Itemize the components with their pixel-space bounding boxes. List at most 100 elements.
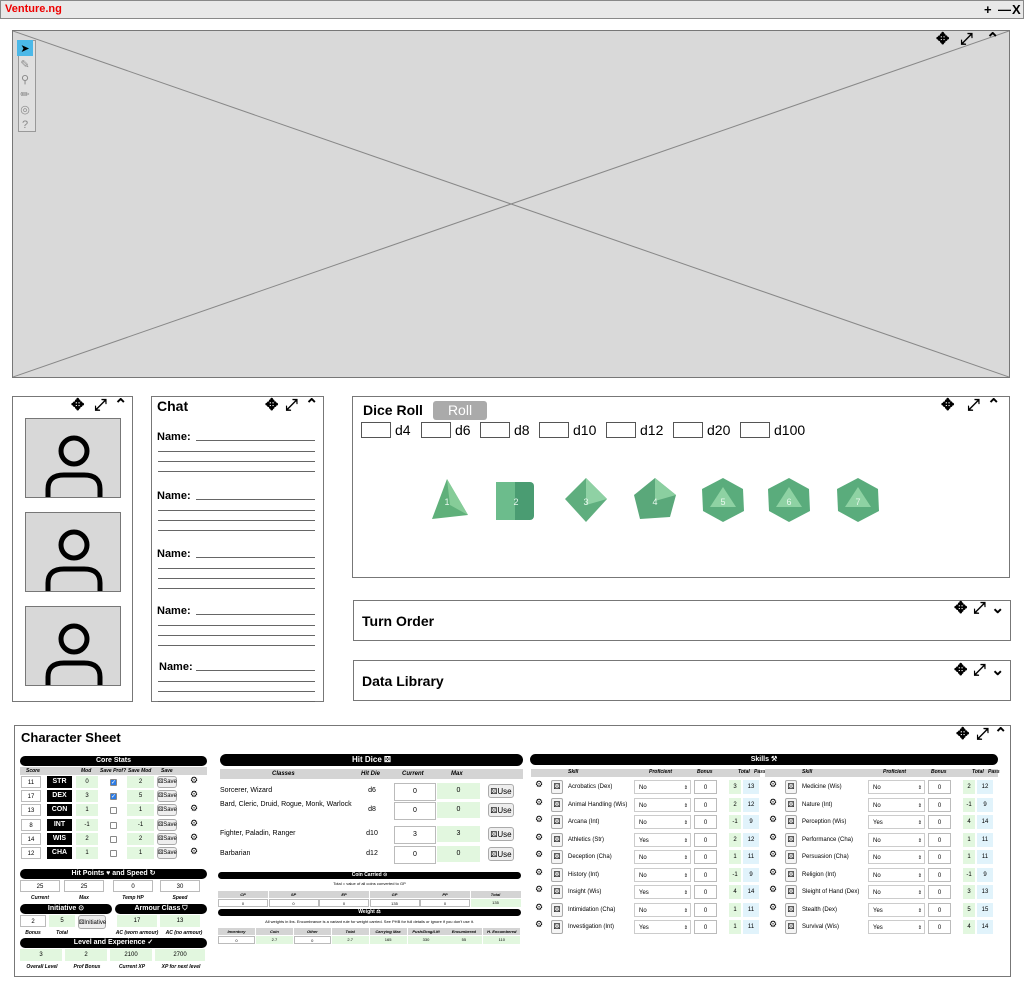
skill-bonus[interactable]: 0 — [928, 850, 951, 864]
skill-bonus[interactable]: 0 — [928, 867, 951, 882]
close-button[interactable]: X — [1012, 2, 1021, 17]
stat-score[interactable]: 12 — [21, 847, 41, 859]
arrow-icon[interactable]: ➤ — [17, 40, 33, 56]
skill-proficient-select[interactable]: No ⇕ — [634, 815, 691, 829]
skill-proficient-select[interactable]: Yes ⇕ — [868, 902, 925, 917]
dice-icon[interactable]: ⚄ — [551, 902, 563, 917]
gear-icon[interactable]: ⚙ — [769, 779, 777, 790]
skill-bonus[interactable]: 0 — [928, 920, 951, 934]
skill-proficient-select[interactable]: No ⇕ — [868, 867, 925, 882]
skill-proficient-select[interactable]: No ⇕ — [868, 885, 925, 899]
expand-icon[interactable]: ⤢ — [973, 601, 986, 617]
dice-icon[interactable]: ⚄ — [785, 832, 797, 847]
stat-score[interactable]: 11 — [21, 776, 41, 788]
gear-icon[interactable]: ⚙ — [190, 775, 198, 786]
stat-score[interactable]: 17 — [21, 790, 41, 803]
pencil-icon[interactable]: ✏ — [17, 86, 33, 102]
maximize-button[interactable]: + — [984, 2, 992, 17]
turn-order-panel[interactable] — [353, 600, 1011, 641]
data-library-panel[interactable] — [353, 660, 1011, 701]
skill-proficient-select[interactable]: No ⇕ — [868, 780, 925, 794]
save-button[interactable]: ⚄Save — [157, 847, 177, 859]
dice-icon[interactable]: ⚄ — [551, 867, 563, 882]
skill-proficient-select[interactable]: Yes ⇕ — [868, 920, 925, 934]
dice-icon[interactable]: ⚄ — [785, 920, 797, 934]
die-d4-icon[interactable]: 1 — [422, 475, 472, 525]
die-d10-icon[interactable]: 4 — [630, 475, 680, 525]
skill-proficient-select[interactable]: Yes ⇕ — [634, 885, 691, 899]
hit-dice-current[interactable]: 0 — [394, 802, 436, 820]
skill-proficient-select[interactable]: No ⇕ — [868, 797, 925, 812]
move-icon[interactable]: ✥ — [954, 663, 967, 679]
save-button[interactable]: ⚄Save — [157, 832, 177, 845]
gear-icon[interactable]: ⚙ — [190, 789, 198, 800]
gear-icon[interactable]: ⚙ — [535, 797, 543, 808]
die-d12-icon[interactable]: 5 — [698, 475, 748, 525]
skill-bonus[interactable]: 0 — [928, 832, 951, 847]
die-d20-icon[interactable]: 6 — [764, 475, 814, 525]
initiative-bonus[interactable]: 2 — [20, 915, 46, 927]
collapse-icon[interactable]: ⌃ — [987, 398, 1000, 414]
save-proficient-checkbox[interactable]: ✓ — [110, 793, 117, 801]
skill-bonus[interactable]: 0 — [928, 815, 951, 829]
collapse-icon[interactable]: ⌃ — [986, 32, 999, 48]
weight-value[interactable]: 0 — [293, 936, 331, 944]
dice-icon[interactable]: ⚄ — [785, 850, 797, 864]
skill-proficient-select[interactable]: Yes ⇕ — [634, 920, 691, 934]
save-button[interactable]: ⚄Save — [157, 818, 177, 831]
hp-value[interactable]: 25 — [64, 880, 104, 892]
hit-dice-current[interactable]: 0 — [394, 846, 436, 864]
avatar[interactable] — [25, 418, 121, 498]
coin-value[interactable]: 0 — [218, 899, 268, 907]
skill-bonus[interactable]: 0 — [694, 832, 717, 847]
skill-bonus[interactable]: 0 — [694, 815, 717, 829]
save-proficient-checkbox[interactable]: ✓ — [110, 779, 117, 786]
coin-value[interactable]: 135 — [369, 899, 420, 907]
expand-chevron-icon[interactable]: ⌄ — [991, 601, 1004, 617]
move-icon[interactable]: ✥ — [954, 601, 967, 617]
gear-icon[interactable]: ⚙ — [535, 779, 543, 790]
gear-icon[interactable]: ⚙ — [535, 884, 543, 895]
skill-bonus[interactable]: 0 — [694, 867, 717, 882]
gear-icon[interactable]: ⚙ — [190, 803, 198, 814]
skill-proficient-select[interactable]: No ⇕ — [868, 850, 925, 864]
gear-icon[interactable]: ⚙ — [769, 797, 777, 808]
save-proficient-checkbox[interactable] — [110, 807, 117, 815]
help-icon[interactable]: ? — [17, 117, 33, 133]
stat-score[interactable]: 8 — [21, 818, 41, 831]
dice-icon[interactable]: ⚄ — [551, 920, 563, 934]
dice-icon[interactable]: ⚄ — [551, 780, 563, 794]
dice-count-input[interactable] — [673, 422, 703, 438]
level-value[interactable]: 2100 — [110, 949, 152, 961]
skill-proficient-select[interactable]: No ⇕ — [634, 902, 691, 917]
use-button[interactable]: ⚄Use — [488, 803, 514, 817]
pen-icon[interactable]: ✎ — [17, 56, 33, 72]
dice-icon[interactable]: ⚄ — [551, 832, 563, 847]
gear-icon[interactable]: ⚙ — [769, 867, 777, 878]
search-icon[interactable]: ⚲ — [17, 71, 33, 87]
move-icon[interactable]: ✥ — [71, 398, 84, 414]
hp-value[interactable]: 25 — [20, 880, 60, 892]
dice-icon[interactable]: ⚄ — [785, 780, 797, 794]
use-button[interactable]: ⚄Use — [488, 784, 514, 798]
gear-icon[interactable]: ⚙ — [769, 849, 777, 860]
dice-icon[interactable]: ⚄ — [785, 867, 797, 882]
skill-bonus[interactable]: 0 — [928, 902, 951, 917]
target-icon[interactable]: ◎ — [17, 101, 33, 117]
dice-count-input[interactable] — [606, 422, 636, 438]
skill-proficient-select[interactable]: Yes ⇕ — [634, 832, 691, 847]
hit-dice-current[interactable]: 3 — [394, 826, 436, 844]
skill-bonus[interactable]: 0 — [694, 780, 717, 794]
save-proficient-checkbox[interactable] — [110, 835, 117, 843]
skill-proficient-select[interactable]: No ⇕ — [634, 797, 691, 812]
move-icon[interactable]: ✥ — [956, 727, 969, 743]
avatar[interactable] — [25, 606, 121, 686]
save-proficient-checkbox[interactable] — [110, 821, 117, 829]
collapse-icon[interactable]: ⌃ — [114, 398, 127, 414]
dice-icon[interactable]: ⚄ — [785, 815, 797, 829]
use-button[interactable]: ⚄Use — [488, 847, 514, 861]
dice-icon[interactable]: ⚄ — [551, 885, 563, 899]
gear-icon[interactable]: ⚙ — [769, 919, 777, 930]
minimize-button[interactable]: — — [998, 2, 1011, 17]
hp-value[interactable]: 0 — [113, 880, 153, 892]
